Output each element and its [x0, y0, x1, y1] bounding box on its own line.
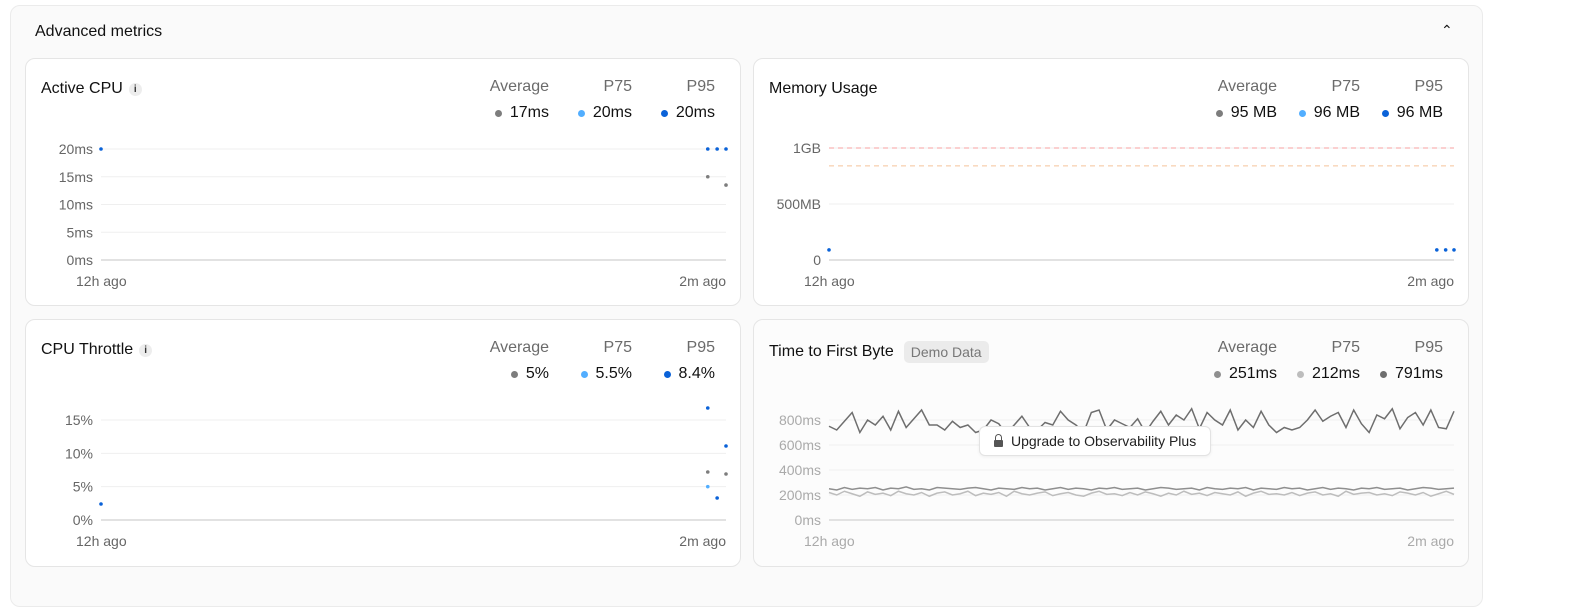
- data-point-average: [705, 174, 710, 179]
- chart: 0 500MB 1GB 12h ago 2m ago: [777, 140, 1456, 289]
- data-point-p95: [1435, 248, 1439, 252]
- y-tick-label: 15ms: [59, 169, 93, 185]
- panel-title: Advanced metrics: [35, 23, 163, 40]
- y-tick-label: 0: [813, 252, 821, 268]
- x-tick-label: 2m ago: [679, 273, 726, 289]
- x-tick-label: 2m ago: [1407, 273, 1454, 289]
- x-tick-label: 12h ago: [76, 533, 127, 549]
- y-tick-label: 5%: [73, 479, 93, 495]
- y-tick-label: 1GB: [793, 140, 821, 156]
- data-point-p95: [1443, 248, 1448, 252]
- data-point-p95: [705, 147, 710, 151]
- x-tick-label: 2m ago: [1407, 533, 1454, 549]
- data-point-p95: [99, 147, 103, 151]
- data-point-average: [705, 470, 710, 474]
- y-tick-label: 10ms: [59, 197, 93, 213]
- data-point-p95: [724, 147, 728, 151]
- data-point-p95: [99, 502, 103, 506]
- y-tick-label: 10%: [65, 445, 93, 461]
- upgrade-label: Upgrade to Observability Plus: [1011, 433, 1197, 449]
- y-tick-label: 0ms: [67, 252, 93, 268]
- y-tick-label: 15%: [65, 412, 93, 428]
- upgrade-button[interactable]: Upgrade to Observability Plus: [979, 426, 1212, 456]
- y-tick-label: 400ms: [779, 462, 821, 478]
- data-point-p95: [715, 147, 719, 151]
- card-ttfb: Time to First Byte Demo Data Average 251ms P…: [753, 319, 1469, 567]
- y-tick-label: 0%: [73, 512, 93, 528]
- data-point-p95: [724, 444, 728, 448]
- x-tick-label: 12h ago: [804, 273, 855, 289]
- y-tick-label: 600ms: [779, 437, 821, 453]
- data-point-p95: [1452, 248, 1456, 252]
- chevron-up-icon[interactable]: ⌃: [1441, 22, 1453, 39]
- data-point-p95: [827, 248, 831, 252]
- data-point-p95: [705, 406, 710, 410]
- lock-icon: [994, 433, 1003, 447]
- chart: 0% 5% 10% 15% 12h ago 2m ago: [65, 406, 728, 549]
- card-memory-usage: Memory Usage Average 95 MB P75 96 MB P95 96 MB…: [753, 58, 1469, 306]
- y-tick-label: 200ms: [779, 487, 821, 503]
- data-point-p95: [715, 496, 719, 500]
- card-active-cpu: Active CPU i Average 17ms P75 20ms P95 20ms 0ms 5…: [25, 58, 741, 306]
- x-tick-label: 2m ago: [679, 533, 726, 549]
- y-tick-label: 0ms: [795, 512, 821, 528]
- data-point-p75: [705, 484, 710, 489]
- x-tick-label: 12h ago: [804, 533, 855, 549]
- data-point-average: [724, 183, 728, 187]
- y-tick-label: 500MB: [777, 196, 821, 212]
- series-line-average: [828, 486, 1455, 491]
- y-tick-label: 5ms: [67, 224, 93, 240]
- x-tick-label: 12h ago: [76, 273, 127, 289]
- chart: 0ms 5ms 10ms 15ms 20ms 12h ago 2m ago: [59, 141, 728, 289]
- y-tick-label: 800ms: [779, 412, 821, 428]
- card-cpu-throttle: CPU Throttle i Average 5% P75 5.5% P95 8.4% 0% 5%…: [25, 319, 741, 567]
- data-point-average: [724, 472, 728, 476]
- y-tick-label: 20ms: [59, 141, 93, 157]
